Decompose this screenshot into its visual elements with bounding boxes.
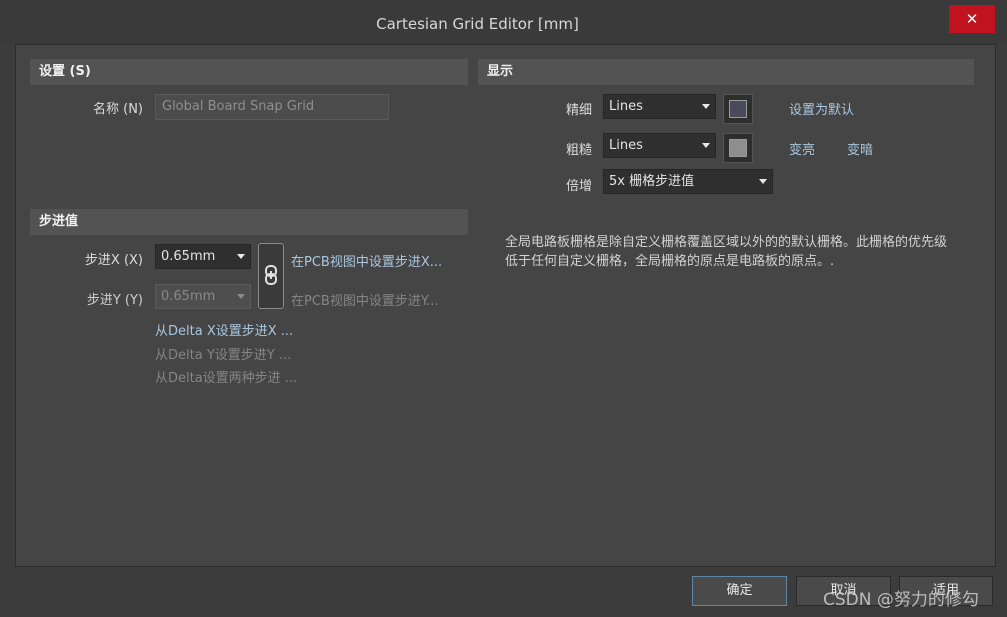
ok-button[interactable]: 确定 bbox=[692, 576, 787, 606]
multiplier-label: 倍增 bbox=[565, 179, 592, 194]
coarse-color-swatch bbox=[729, 139, 747, 157]
grid-description: 全局电路板栅格是除自定义栅格覆盖区域以外的的默认栅格。此栅格的优先级低于任何自定… bbox=[505, 235, 948, 269]
fine-color-button[interactable] bbox=[723, 94, 753, 124]
name-input[interactable]: Global Board Snap Grid bbox=[155, 94, 389, 120]
darker-link[interactable]: 变暗 bbox=[847, 139, 873, 158]
step-y-value: 0.65mm bbox=[161, 289, 216, 304]
watermark-text: CSDN @努力的修勾 bbox=[823, 590, 979, 610]
chain-link-icon bbox=[265, 265, 277, 285]
window-title: Cartesian Grid Editor [mm] bbox=[376, 15, 579, 33]
coarse-color-button[interactable] bbox=[723, 133, 753, 163]
fine-style-value: Lines bbox=[609, 99, 643, 114]
chevron-down-icon bbox=[759, 179, 767, 184]
step-y-combobox[interactable]: 0.65mm bbox=[155, 284, 251, 309]
set-both-from-delta-link[interactable]: 从Delta设置两种步进 ... bbox=[155, 367, 297, 386]
step-y-label: 步进Y (Y) bbox=[86, 293, 143, 308]
chevron-down-icon bbox=[702, 104, 710, 109]
fine-color-swatch bbox=[729, 100, 747, 118]
step-x-label: 步进X (X) bbox=[84, 253, 143, 268]
coarse-style-combobox[interactable]: Lines bbox=[603, 133, 716, 158]
name-label: 名称 (N) bbox=[92, 102, 143, 117]
coarse-style-value: Lines bbox=[609, 138, 643, 153]
multiplier-combobox[interactable]: 5x 栅格步进值 bbox=[603, 169, 773, 194]
step-header: 步进值 bbox=[30, 209, 468, 235]
link-xy-toggle-button[interactable] bbox=[258, 243, 284, 309]
set-step-x-from-pcb-link[interactable]: 在PCB视图中设置步进X... bbox=[291, 251, 442, 270]
chevron-down-icon bbox=[702, 143, 710, 148]
lighter-link[interactable]: 变亮 bbox=[789, 139, 815, 158]
step-x-value: 0.65mm bbox=[161, 249, 216, 264]
fine-label: 精细 bbox=[565, 103, 592, 118]
set-from-delta-y-link[interactable]: 从Delta Y设置步进Y ... bbox=[155, 344, 291, 363]
fine-style-combobox[interactable]: Lines bbox=[603, 94, 716, 119]
display-header: 显示 bbox=[478, 59, 974, 85]
chevron-down-icon bbox=[237, 254, 245, 259]
settings-header: 设置 (S) bbox=[30, 59, 468, 85]
chevron-down-icon bbox=[237, 294, 245, 299]
set-from-delta-x-link[interactable]: 从Delta X设置步进X ... bbox=[155, 320, 293, 339]
step-x-combobox[interactable]: 0.65mm bbox=[155, 244, 251, 269]
set-step-y-from-pcb-link[interactable]: 在PCB视图中设置步进Y... bbox=[291, 290, 439, 309]
close-button[interactable]: ✕ bbox=[949, 5, 995, 33]
close-icon: ✕ bbox=[965, 10, 979, 28]
coarse-label: 粗糙 bbox=[565, 143, 592, 158]
multiplier-value: 5x 栅格步进值 bbox=[609, 174, 695, 189]
set-as-default-link[interactable]: 设置为默认 bbox=[789, 99, 854, 118]
